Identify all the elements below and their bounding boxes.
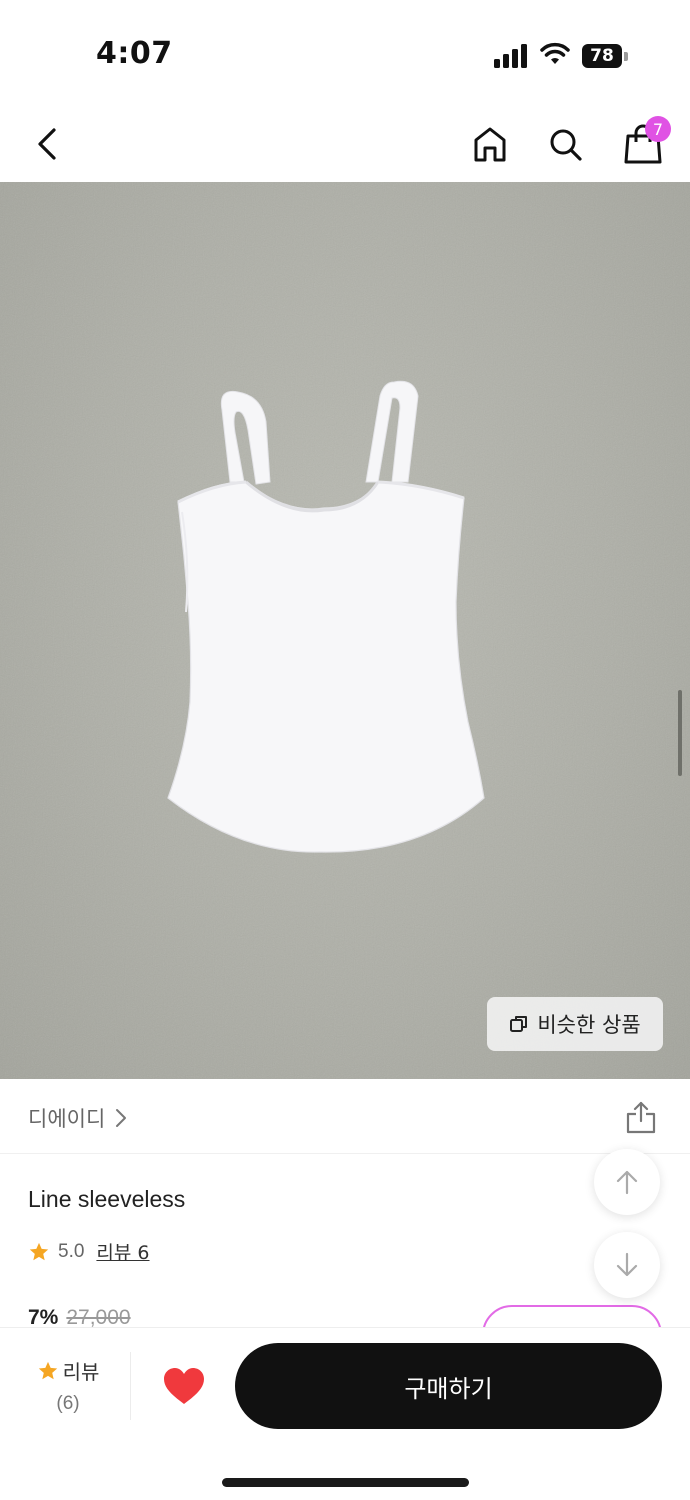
review-tab-header: 리뷰 [28,1356,108,1385]
bottom-action-bar: 리뷰 (6) 구매하기 [0,1327,690,1500]
signal-icon [494,44,527,68]
top-nav [0,100,690,182]
review-tab-count: (6) [56,1393,80,1414]
product-photo [0,182,690,1079]
cart-count-badge: 7 [645,116,671,142]
divider [130,1352,131,1420]
brand-name: 디에이디 [28,1107,106,1131]
similar-products-label: 비슷한 상품 [537,1013,641,1037]
battery-tip [624,52,628,61]
copy-icon [510,1016,528,1032]
home-icon[interactable] [470,122,510,166]
brand-link[interactable]: 디에이디 [28,1103,127,1133]
status-bar: 4:07 78 [0,0,690,100]
review-link[interactable]: 리뷰 6 [96,1238,149,1265]
similar-products-button[interactable]: 비슷한 상품 [487,997,663,1051]
search-icon[interactable] [546,122,586,166]
battery-level: 78 [582,44,622,68]
brand-row: 디에이디 [0,1079,690,1154]
chevron-right-icon [116,1109,127,1127]
home-indicator [222,1478,469,1487]
heart-icon[interactable] [162,1366,206,1406]
scroll-up-button[interactable] [594,1149,660,1215]
battery-icon: 78 [582,44,628,68]
review-tab[interactable]: 리뷰 (6) [28,1356,108,1415]
arrow-up-icon [616,1170,638,1195]
back-icon[interactable] [28,122,68,166]
buy-button[interactable]: 구매하기 [235,1343,662,1429]
share-icon[interactable] [624,1099,658,1135]
arrow-down-icon [616,1252,638,1277]
scroll-down-button[interactable] [594,1232,660,1298]
product-image[interactable]: 비슷한 상품 [0,182,690,1079]
product-title: Line sleeveless [28,1186,186,1212]
rating-row: 5.0 리뷰 6 [28,1238,150,1265]
review-tab-label: 리뷰 [62,1360,100,1384]
status-time: 4:07 [96,36,173,71]
wifi-icon [540,42,570,64]
rating-value: 5.0 [58,1240,85,1262]
star-icon [38,1361,57,1379]
star-icon [29,1242,49,1260]
